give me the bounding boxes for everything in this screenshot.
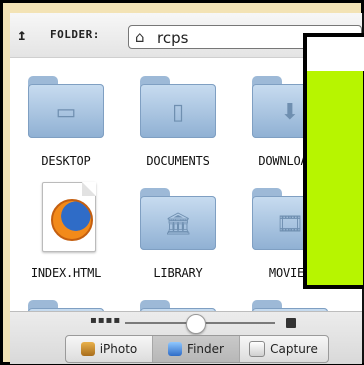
home-icon: ⌂ (135, 28, 145, 46)
bottom-bar: ▪▪▪▪ iPhoto Finder Capture (10, 311, 362, 364)
capture-label: Capture (270, 342, 318, 356)
finder-tab[interactable]: Finder (153, 336, 240, 362)
grid-item-label: INDEX.HTML (30, 266, 102, 280)
iphoto-label: iPhoto (99, 342, 138, 356)
up-arrow-icon[interactable]: ↥ (17, 25, 27, 44)
iphoto-icon (80, 342, 95, 356)
folder-desktop-icon: ▭ (28, 76, 104, 138)
grid-item-label: LIBRARY (153, 266, 203, 280)
grid-item-label: DESKTOP (41, 154, 91, 168)
finder-icon (168, 342, 183, 356)
large-size-icon (286, 318, 296, 328)
capture-icon (249, 341, 266, 357)
folder-library-icon: 🏛 (140, 188, 216, 250)
grid-item-label: DOCUMENTS (146, 154, 210, 168)
folder-path-value: rcps (157, 29, 189, 47)
capture-tab[interactable]: Capture (240, 336, 327, 362)
frame: ↥ FOLDER: ⌂ rcps ▭ DESKTOP ▯ DOCUMENTS ⬇… (0, 0, 364, 365)
folder-documents-icon: ▯ (140, 76, 216, 138)
small-size-icon: ▪▪▪▪ (90, 315, 122, 326)
firefox-document-icon (42, 182, 96, 252)
finder-label: Finder (187, 342, 224, 356)
zoom-slider-row: ▪▪▪▪ (10, 312, 362, 334)
iphoto-tab[interactable]: iPhoto (66, 336, 153, 362)
green-overlay-box (303, 33, 364, 289)
zoom-slider-knob[interactable] (186, 314, 206, 334)
folder-label: FOLDER: (50, 28, 100, 41)
source-segmented-control: iPhoto Finder Capture (65, 335, 329, 363)
